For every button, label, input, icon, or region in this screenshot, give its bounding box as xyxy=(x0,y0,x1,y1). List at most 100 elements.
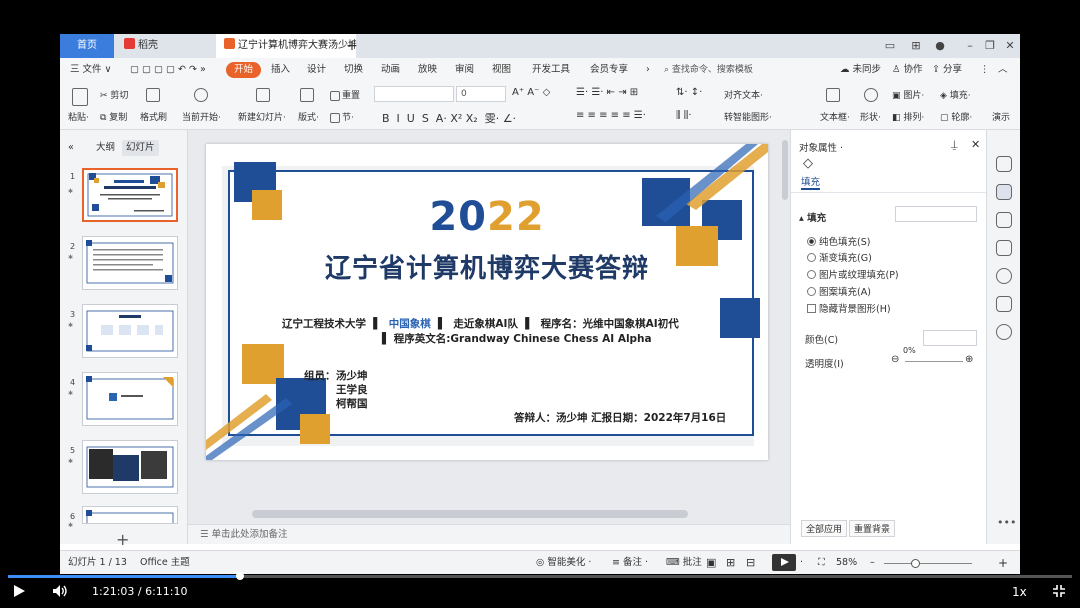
outline-button[interactable]: ▢ 轮廓· xyxy=(940,110,972,123)
pin-icon[interactable]: ⍊ xyxy=(951,138,958,152)
convert-smartart-button[interactable]: 转智能图形· xyxy=(724,110,772,123)
play-icon[interactable] xyxy=(14,585,25,597)
slide-thumbnail-3[interactable] xyxy=(82,304,178,358)
slide-thumbnail-4[interactable] xyxy=(82,372,178,426)
tab-home[interactable]: 首页 xyxy=(60,34,114,58)
radio-gradient-fill[interactable]: 渐变填充(G) xyxy=(807,250,872,264)
radio-picture-fill[interactable]: 图片或纹理填充(P) xyxy=(807,267,899,281)
textbox-button[interactable]: 文本框· xyxy=(820,110,850,123)
paste-icon[interactable] xyxy=(72,88,90,106)
grid-icon[interactable]: ⊞ xyxy=(908,38,924,54)
font-size-select[interactable]: 0 xyxy=(456,86,506,102)
layout-button[interactable]: 版式· xyxy=(298,110,319,123)
minimize-button[interactable]: – xyxy=(962,38,978,54)
compass-icon[interactable] xyxy=(996,324,1012,340)
shape-icon[interactable] xyxy=(864,88,880,102)
restore-button[interactable]: ❐ xyxy=(982,38,998,54)
slide-thumbnail-6[interactable] xyxy=(82,506,178,524)
normal-view-icon[interactable]: ▣ xyxy=(706,551,716,574)
slide-editor[interactable]: 2022 辽宁省计算机博弈大赛答辩 辽宁工程技术大学 ▌ 中国象棋 ▌ 走近象棋… xyxy=(206,144,768,460)
hide-bg-checkbox[interactable]: 隐藏背景图形(H) xyxy=(807,301,891,315)
menu-start[interactable]: 开始 xyxy=(226,62,262,78)
textbox-icon[interactable] xyxy=(826,88,842,102)
fill-type-select[interactable] xyxy=(895,206,977,222)
play-dropdown-icon[interactable]: · xyxy=(800,551,803,574)
new-tab-button[interactable]: + xyxy=(342,34,362,58)
zoom-in-button[interactable]: + xyxy=(998,551,1008,574)
format-painter-button[interactable]: 格式刷 xyxy=(140,110,167,123)
menu-slideshow[interactable]: 放映 xyxy=(418,58,437,82)
slide-thumbnail-1[interactable] xyxy=(82,168,178,222)
paste-button[interactable]: 粘贴· xyxy=(68,110,89,123)
layout-icon[interactable]: ▭ xyxy=(882,38,898,54)
quick-access-icons[interactable]: ▢ ▢ ▢ ▢ ↶ ↷ » xyxy=(130,58,206,82)
zoom-slider-knob[interactable] xyxy=(910,559,920,568)
menu-insert[interactable]: 插入 xyxy=(271,58,290,82)
smart-beautify-button[interactable]: ◎ 智能美化 · xyxy=(536,551,591,574)
zoom-out-button[interactable]: – xyxy=(870,551,875,574)
new-slide-button[interactable]: 新建幻灯片· xyxy=(238,110,286,123)
color-select[interactable] xyxy=(923,330,977,346)
list-controls[interactable]: ☰· ☰· ⇤ ⇥ ⊞ xyxy=(576,87,638,98)
align-text-button[interactable]: 对齐文本· xyxy=(724,88,763,101)
font-style-controls[interactable]: B I U S A· X² X₂ 雯· ∠· xyxy=(382,110,516,126)
reading-view-icon[interactable]: ⊟ xyxy=(746,551,755,574)
menu-animation[interactable]: 动画 xyxy=(381,58,400,82)
close-button[interactable]: ✕ xyxy=(1002,38,1018,54)
menu-review[interactable]: 审阅 xyxy=(455,58,474,82)
fullscreen-icon[interactable] xyxy=(1052,584,1066,598)
sorter-view-icon[interactable]: ⊞ xyxy=(726,551,735,574)
add-slide-button[interactable]: + xyxy=(116,530,129,549)
radio-solid-fill[interactable]: 纯色填充(S) xyxy=(807,234,870,248)
font-size-controls[interactable]: A⁺ A⁻ ◇ xyxy=(512,87,550,98)
menu-file[interactable]: 三 文件 ∨ xyxy=(70,58,112,82)
collapse-ribbon-icon[interactable]: ︿ xyxy=(998,58,1008,82)
play-circle-icon[interactable] xyxy=(194,88,210,102)
help-icon[interactable] xyxy=(996,268,1012,284)
menu-more-arrow[interactable]: › xyxy=(646,58,650,82)
play-slideshow-button[interactable] xyxy=(772,554,796,571)
vertical-scrollbar[interactable] xyxy=(782,140,788,200)
menu-developer[interactable]: 开发工具 xyxy=(532,58,570,82)
new-slide-icon[interactable] xyxy=(256,88,272,102)
collab-button[interactable]: ♙ 协作 xyxy=(892,58,923,82)
text-direction-controls[interactable]: ⇅· ↕· xyxy=(676,87,702,98)
transparency-slider[interactable] xyxy=(905,361,963,362)
tab-slides[interactable]: 幻灯片 xyxy=(122,140,159,156)
slide-thumbnail-5[interactable] xyxy=(82,440,178,494)
line-spacing-controls[interactable]: ⫼ ⫼· xyxy=(676,110,692,121)
menu-design[interactable]: 设计 xyxy=(307,58,326,82)
more-icon[interactable]: ⋮ xyxy=(980,58,990,82)
video-progress-bar[interactable] xyxy=(8,572,1072,580)
horizontal-scrollbar[interactable] xyxy=(252,510,688,518)
close-icon[interactable]: ✕ xyxy=(971,138,980,151)
reset-background-button[interactable]: 重置背景 xyxy=(849,520,896,537)
backup-icon[interactable] xyxy=(996,296,1012,312)
cut-button[interactable]: ✂ 剪切 xyxy=(100,88,128,101)
section-button[interactable]: 节· xyxy=(330,110,354,123)
fill-section-header[interactable]: ▴ 填充 xyxy=(799,210,826,224)
paragraph-align-controls[interactable]: ≡ ≡ ≡ ≡ ≡ ☰· xyxy=(576,110,646,121)
animation-icon[interactable] xyxy=(996,212,1012,228)
layout-icon-button[interactable] xyxy=(300,88,316,102)
share-button[interactable]: ⇪ 分享 xyxy=(932,58,962,82)
shape-button[interactable]: 形状· xyxy=(860,110,881,123)
style-icon[interactable] xyxy=(996,156,1012,172)
tab-docer[interactable]: 稻壳 xyxy=(116,34,212,58)
transparency-increase-button[interactable]: ⊕ xyxy=(965,354,973,365)
present-button[interactable]: 演示 xyxy=(992,110,1010,123)
command-search[interactable]: ⌕ 查找命令、搜索模板 xyxy=(664,62,753,78)
fit-window-icon[interactable]: ⛶ xyxy=(818,551,825,574)
copy-button[interactable]: ⧉ 复制 xyxy=(100,110,127,123)
tab-outline[interactable]: 大纲 xyxy=(92,140,119,156)
properties-icon[interactable] xyxy=(996,184,1012,200)
current-start-button[interactable]: 当前开始· xyxy=(182,110,221,123)
radio-pattern-fill[interactable]: 图案填充(A) xyxy=(807,284,871,298)
brush-icon[interactable] xyxy=(146,88,162,102)
comments-button[interactable]: ⌨ 批注 xyxy=(666,551,702,574)
transparency-decrease-button[interactable]: ⊖ xyxy=(891,354,899,365)
avatar[interactable]: ● xyxy=(932,38,948,54)
notes-toggle-button[interactable]: ≡ 备注 · xyxy=(612,551,648,574)
menu-member[interactable]: 会员专享 xyxy=(590,58,628,82)
apply-all-button[interactable]: 全部应用 xyxy=(801,520,848,537)
